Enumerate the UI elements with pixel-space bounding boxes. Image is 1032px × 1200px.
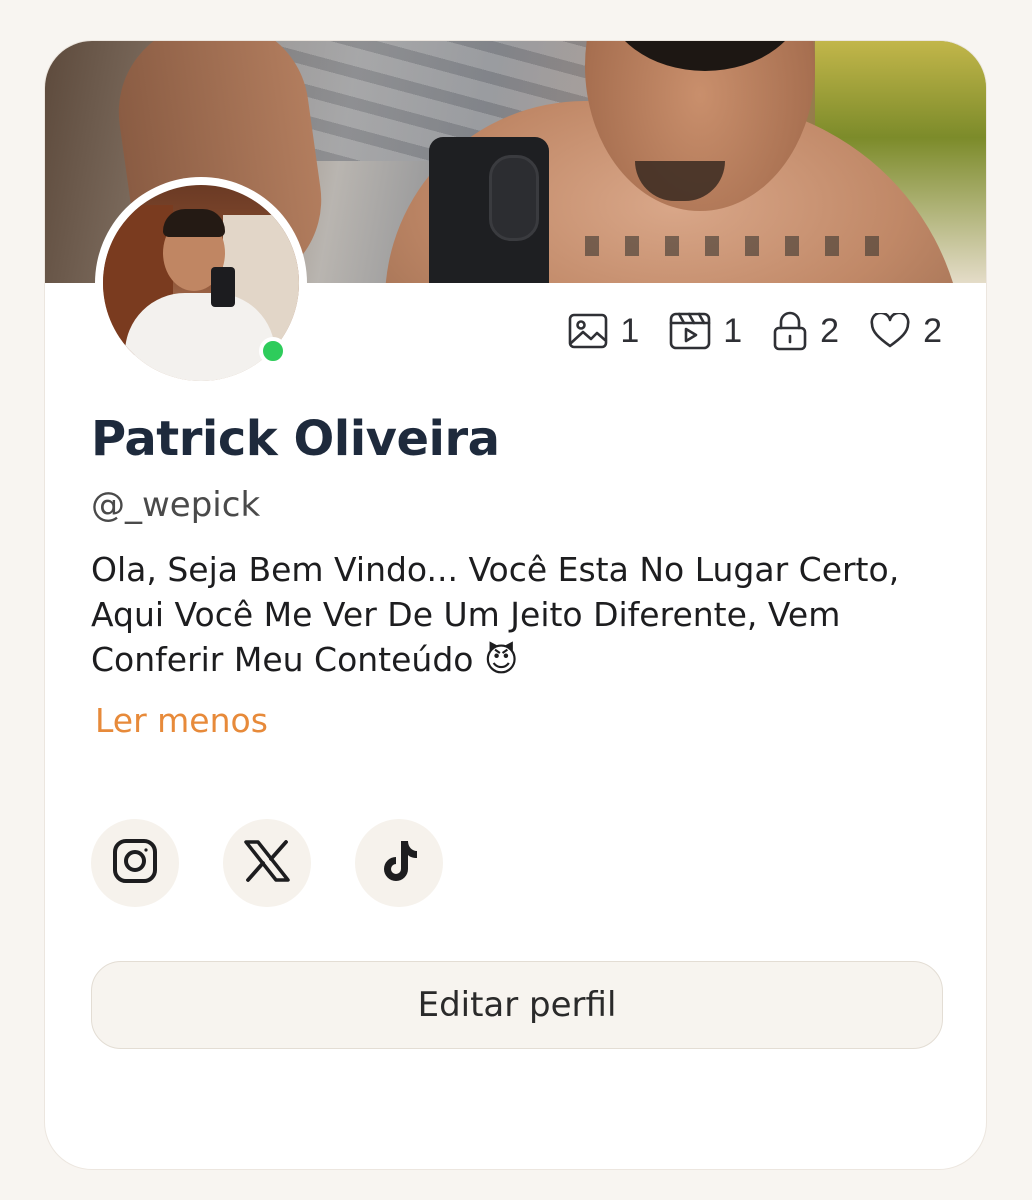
stat-likes-count: 2 — [923, 311, 942, 350]
stat-locked[interactable]: 2 — [772, 311, 839, 351]
social-links — [91, 819, 443, 907]
stat-videos-count: 1 — [723, 311, 743, 350]
stat-locked-count: 2 — [820, 311, 840, 350]
stat-photos[interactable]: 1 — [568, 312, 639, 351]
profile-stats: 1 1 2 2 — [568, 309, 942, 353]
video-icon — [669, 312, 711, 350]
edit-profile-button[interactable]: Editar perfil — [91, 961, 943, 1049]
instagram-icon — [111, 837, 159, 889]
online-status-dot — [259, 337, 287, 365]
image-icon — [568, 313, 608, 349]
stat-videos[interactable]: 1 — [669, 312, 742, 351]
instagram-button[interactable] — [91, 819, 179, 907]
stat-likes[interactable]: 2 — [869, 312, 942, 351]
profile-name: Patrick Oliveira — [91, 411, 500, 467]
x-icon — [244, 840, 290, 886]
tiktok-icon — [379, 839, 419, 887]
x-button[interactable] — [223, 819, 311, 907]
tiktok-button[interactable] — [355, 819, 443, 907]
heart-icon — [869, 313, 911, 349]
profile-handle: @_wepick — [91, 485, 261, 525]
profile-card: 1 1 2 2 Patrick Oliveira @_wepick Ola, S… — [44, 40, 987, 1170]
read-less-link[interactable]: Ler menos — [95, 701, 268, 740]
lock-icon — [772, 311, 808, 351]
stat-photos-count: 1 — [620, 311, 640, 350]
profile-bio: Ola, Seja Bem Vindo... Você Esta No Luga… — [91, 550, 900, 679]
